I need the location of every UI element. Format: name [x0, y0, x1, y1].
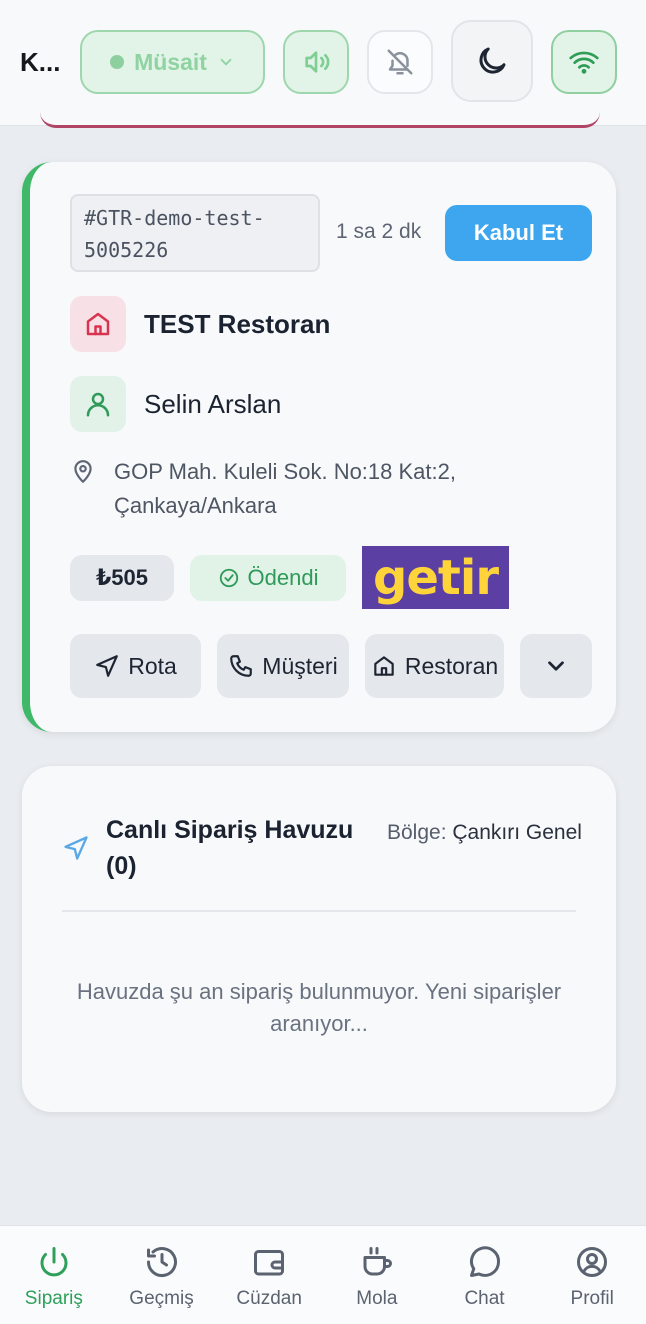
customer-label: Müşteri — [262, 652, 338, 679]
nav-label: Chat — [464, 1288, 505, 1309]
nav-chat[interactable]: Chat — [431, 1226, 539, 1324]
chevron-down-icon — [220, 58, 232, 66]
payment-status-badge: Ödendi — [190, 555, 346, 601]
restaurant-name: TEST Restoran — [144, 308, 331, 339]
bottom-navigation: Sipariş Geçmiş Cüzdan Mola Chat Profil — [0, 1225, 646, 1324]
pool-empty-message: Havuzda şu an sipariş bulunmuyor. Yeni s… — [76, 979, 562, 1036]
sound-toggle-button[interactable] — [283, 30, 349, 94]
moon-icon — [479, 47, 506, 74]
status-dot — [110, 55, 125, 69]
status-label: Müsait — [134, 48, 207, 75]
order-elapsed-time: 1 sa 2 dk — [336, 220, 422, 243]
top-bar: K... Müsait — [0, 0, 646, 126]
notifications-toggle-button[interactable] — [367, 30, 433, 94]
restaurant-row: TEST Restoran — [70, 296, 330, 352]
nav-profile[interactable]: Profil — [538, 1226, 646, 1324]
coffee-icon — [363, 1247, 392, 1276]
region-value: Çankırı Genel — [452, 821, 582, 844]
history-icon — [146, 1247, 177, 1278]
home-icon — [374, 656, 394, 676]
customer-icon-box — [70, 376, 126, 432]
more-actions-button[interactable] — [520, 634, 592, 698]
status-dropdown[interactable]: Müsait — [80, 30, 265, 94]
home-icon — [86, 312, 110, 336]
nav-label: Profil — [570, 1288, 614, 1309]
bell-off-icon — [387, 49, 413, 75]
phone-icon — [230, 655, 253, 677]
customer-name: Selin Arslan — [144, 388, 282, 419]
delivery-address: GOP Mah. Kuleli Sok. No:18 Kat:2, Çankay… — [70, 455, 514, 523]
restaurant-icon-box — [70, 296, 126, 352]
address-text: GOP Mah. Kuleli Sok. No:18 Kat:2, Çankay… — [114, 459, 456, 518]
order-card: #GTR-demo-test-5005226 1 sa 2 dk Kabul E… — [22, 162, 616, 732]
check-circle-icon — [219, 568, 238, 588]
pool-region: Bölge: Çankırı Genel — [387, 816, 587, 850]
pool-title: Canlı Sipariş Havuzu (0) — [106, 816, 354, 880]
route-button[interactable]: Rota — [70, 634, 201, 698]
previous-card-edge — [40, 112, 600, 128]
call-customer-button[interactable]: Müşteri — [217, 634, 349, 698]
profile-icon — [577, 1247, 608, 1277]
accept-order-button[interactable]: Kabul Et — [445, 205, 592, 261]
payment-status-label: Ödendi — [247, 565, 319, 590]
navigation-icon — [96, 655, 119, 677]
region-label: Bölge: — [387, 821, 447, 844]
restaurant-label: Restoran — [404, 652, 499, 679]
divider — [62, 910, 576, 912]
price-badge: ₺505 — [70, 555, 174, 601]
order-pool-card: Canlı Sipariş Havuzu (0) Bölge: Çankırı … — [22, 766, 616, 1112]
nav-wallet[interactable]: Cüzdan — [215, 1226, 323, 1324]
navigation-icon — [64, 836, 88, 860]
app-title: K... — [20, 47, 61, 77]
nav-break[interactable]: Mola — [323, 1226, 431, 1324]
getir-logo: getir — [362, 546, 509, 609]
user-icon — [86, 392, 110, 417]
connection-button[interactable] — [551, 30, 617, 94]
call-restaurant-button[interactable]: Restoran — [365, 634, 504, 698]
order-id: #GTR-demo-test-5005226 — [70, 194, 320, 272]
nav-label: Sipariş — [24, 1288, 83, 1309]
nav-history[interactable]: Geçmiş — [108, 1226, 216, 1324]
map-pin-icon — [74, 460, 92, 483]
wallet-icon — [254, 1250, 285, 1276]
dark-mode-button[interactable] — [451, 20, 533, 102]
wifi-icon — [569, 51, 599, 74]
nav-label: Cüzdan — [236, 1288, 302, 1309]
chevron-down-icon — [548, 661, 564, 671]
speaker-icon — [305, 51, 330, 73]
route-label: Rota — [128, 652, 177, 679]
nav-orders[interactable]: Sipariş — [0, 1226, 108, 1324]
customer-row: Selin Arslan — [70, 376, 281, 432]
nav-label: Mola — [356, 1288, 398, 1309]
power-icon — [40, 1247, 68, 1277]
nav-label: Geçmiş — [129, 1288, 194, 1309]
chat-icon — [469, 1246, 500, 1277]
